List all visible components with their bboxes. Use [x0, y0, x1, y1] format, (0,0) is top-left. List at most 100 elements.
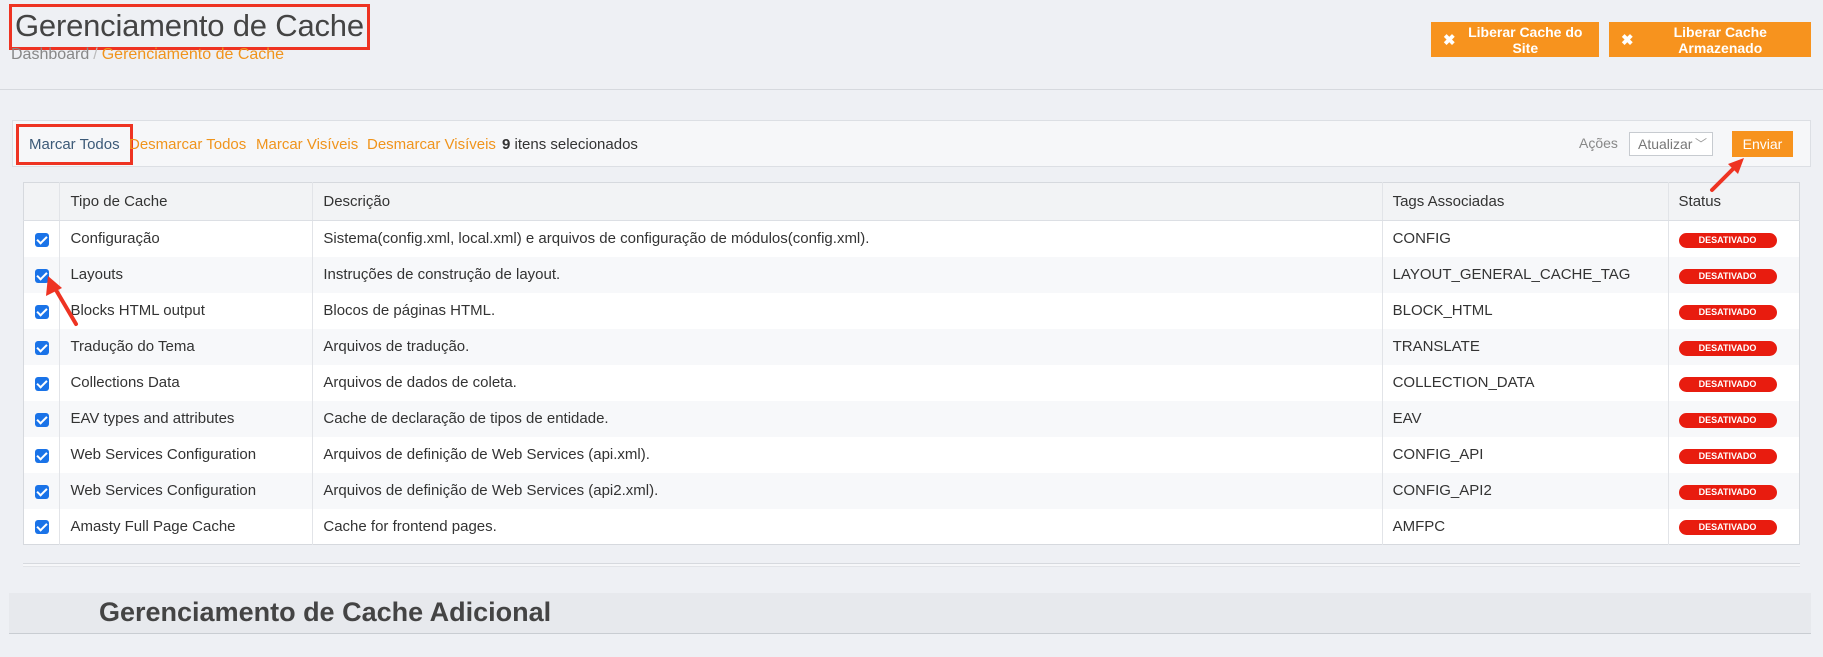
description-cell: Blocos de páginas HTML.: [312, 292, 1383, 329]
selected-count-label: itens selecionados: [514, 136, 638, 153]
status-badge: DESATIVADO: [1678, 520, 1777, 536]
acoes-select-value: Atualizar: [1638, 136, 1693, 152]
description-cell: Cache de declaração de tipos de entidade…: [312, 400, 1383, 437]
description-cell: Arquivos de definição de Web Services (a…: [312, 436, 1383, 473]
close-icon: ✖: [1621, 31, 1634, 49]
row-checkbox[interactable]: [34, 520, 49, 535]
liberar-cache-armazenado-label: Liberar Cache Armazenado: [1673, 23, 1767, 56]
table-row[interactable]: Layouts Instruções de construção de layo…: [23, 256, 1800, 293]
close-icon: ✖: [1443, 31, 1456, 49]
status-badge: DESATIVADO: [1678, 376, 1777, 392]
description-cell: Arquivos de tradução.: [312, 328, 1383, 365]
description-cell: Arquivos de definição de Web Services (a…: [312, 472, 1383, 509]
cache-type-cell: Web Services Configuration: [59, 436, 313, 473]
cache-type-cell: Web Services Configuration: [59, 472, 313, 509]
desmarcar-todos-link[interactable]: Desmarcar Todos: [129, 136, 246, 153]
table-row[interactable]: Blocks HTML output Blocos de páginas HTM…: [23, 292, 1800, 329]
table-row[interactable]: Collections Data Arquivos de dados de co…: [23, 364, 1800, 401]
row-checkbox[interactable]: [34, 304, 49, 319]
description-cell: Sistema(config.xml, local.xml) e arquivo…: [312, 220, 1383, 257]
section-cache-adicional: Gerenciamento de Cache Adicional: [9, 593, 1811, 634]
acoes-select[interactable]: Atualizar ﹀: [1629, 132, 1713, 156]
cache-type-cell: EAV types and attributes: [59, 400, 313, 437]
cache-grid: Tipo de Cache Descrição Tags Associadas …: [23, 182, 1800, 545]
breadcrumb-separator: /: [93, 46, 98, 63]
row-checkbox[interactable]: [34, 376, 49, 391]
row-checkbox[interactable]: [34, 232, 49, 247]
cache-type-cell: Configuração: [59, 220, 313, 257]
column-header-tipo[interactable]: Tipo de Cache: [59, 182, 313, 221]
marcar-todos-link[interactable]: Marcar Todos: [16, 124, 133, 165]
massaction-bar: Marcar Todos Desmarcar Todos Marcar Visí…: [12, 120, 1811, 167]
column-header-descricao[interactable]: Descrição: [312, 182, 1383, 221]
row-checkbox-cell: [23, 256, 60, 293]
column-header-status[interactable]: Status: [1667, 182, 1800, 221]
status-badge: DESATIVADO: [1678, 340, 1777, 356]
selected-count-number: 9: [502, 136, 511, 153]
section-cache-adicional-title: Gerenciamento de Cache Adicional: [99, 597, 552, 627]
grid-footer-divider: [23, 563, 1800, 567]
grid-header-row: Tipo de Cache Descrição Tags Associadas …: [23, 182, 1800, 221]
description-cell: Arquivos de dados de coleta.: [312, 364, 1383, 401]
cache-type-cell: Collections Data: [59, 364, 313, 401]
row-checkbox-cell: [23, 508, 60, 545]
row-checkbox[interactable]: [34, 268, 49, 283]
acoes-label: Ações: [1579, 135, 1618, 151]
status-cell: DESATIVADO: [1667, 508, 1800, 545]
table-row[interactable]: Amasty Full Page Cache Cache for fronten…: [23, 508, 1800, 545]
status-cell: DESATIVADO: [1667, 436, 1800, 473]
row-checkbox-cell: [23, 328, 60, 365]
table-row[interactable]: Configuração Sistema(config.xml, local.x…: [23, 220, 1800, 257]
row-checkbox-cell: [23, 436, 60, 473]
enviar-button[interactable]: Enviar: [1732, 131, 1793, 157]
selected-count: 9 itens selecionados: [502, 136, 638, 153]
row-checkbox-cell: [23, 400, 60, 437]
status-badge: DESATIVADO: [1678, 448, 1777, 464]
status-badge: DESATIVADO: [1678, 232, 1777, 248]
status-cell: DESATIVADO: [1667, 292, 1800, 329]
status-cell: DESATIVADO: [1667, 364, 1800, 401]
table-row[interactable]: Web Services Configuration Arquivos de d…: [23, 436, 1800, 473]
cache-type-cell: Tradução do Tema: [59, 328, 313, 365]
marcar-visiveis-link[interactable]: Marcar Visíveis: [256, 136, 358, 153]
description-cell: Instruções de construção de layout.: [312, 256, 1383, 293]
status-cell: DESATIVADO: [1667, 400, 1800, 437]
status-badge: DESATIVADO: [1678, 484, 1777, 500]
status-cell: DESATIVADO: [1667, 256, 1800, 293]
chevron-down-icon: ﹀: [1694, 137, 1707, 151]
cache-type-cell: Layouts: [59, 256, 313, 293]
row-checkbox[interactable]: [34, 412, 49, 427]
status-badge: DESATIVADO: [1678, 304, 1777, 320]
tags-cell: BLOCK_HTML: [1381, 292, 1669, 329]
status-badge: DESATIVADO: [1678, 412, 1777, 428]
table-row[interactable]: EAV types and attributes Cache de declar…: [23, 400, 1800, 437]
row-checkbox-cell: [23, 292, 60, 329]
desmarcar-visiveis-link[interactable]: Desmarcar Visíveis: [367, 136, 496, 153]
row-checkbox[interactable]: [34, 340, 49, 355]
table-row[interactable]: Web Services Configuration Arquivos de d…: [23, 472, 1800, 509]
status-cell: DESATIVADO: [1667, 472, 1800, 509]
breadcrumb-dashboard-link[interactable]: Dashboard: [11, 46, 89, 63]
status-cell: DESATIVADO: [1667, 220, 1800, 257]
tags-cell: TRANSLATE: [1381, 328, 1669, 365]
column-header-tags[interactable]: Tags Associadas: [1381, 182, 1669, 221]
row-checkbox[interactable]: [34, 448, 49, 463]
liberar-cache-site-button[interactable]: ✖ Liberar Cache do Site: [1431, 22, 1599, 57]
row-checkbox-cell: [23, 364, 60, 401]
tags-cell: LAYOUT_GENERAL_CACHE_TAG: [1381, 256, 1669, 293]
row-checkbox-cell: [23, 220, 60, 257]
tags-cell: AMFPC: [1381, 508, 1669, 545]
page-header: Gerenciamento de Cache Dashboard / Gerenci…: [0, 0, 1823, 90]
tags-cell: EAV: [1381, 400, 1669, 437]
cache-type-cell: Amasty Full Page Cache: [59, 508, 313, 545]
liberar-cache-site-label: Liberar Cache do Site: [1468, 23, 1583, 56]
page-title: Gerenciamento de Cache: [9, 4, 370, 50]
row-checkbox[interactable]: [34, 484, 49, 499]
liberar-cache-armazenado-button[interactable]: ✖ Liberar Cache Armazenado: [1609, 22, 1811, 57]
row-checkbox-cell: [23, 472, 60, 509]
checkbox-column-header: [23, 182, 60, 221]
description-cell: Cache for frontend pages.: [312, 508, 1383, 545]
tags-cell: CONFIG_API2: [1381, 472, 1669, 509]
status-cell: DESATIVADO: [1667, 328, 1800, 365]
table-row[interactable]: Tradução do Tema Arquivos de tradução. T…: [23, 328, 1800, 365]
